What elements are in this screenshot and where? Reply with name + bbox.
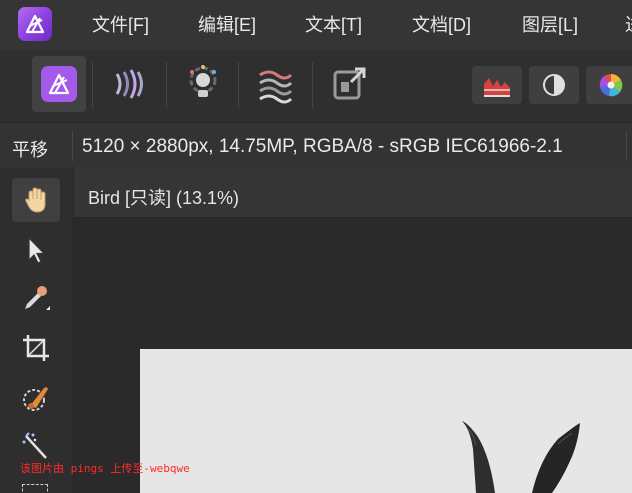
- context-separator: [626, 131, 627, 161]
- color-picker-tool-button[interactable]: [12, 276, 60, 320]
- photo-persona-button[interactable]: [32, 56, 86, 112]
- selection-brush-tool-button[interactable]: [12, 376, 60, 420]
- toolbar-separator: [166, 62, 167, 108]
- histogram-icon: [484, 78, 510, 97]
- current-tool-name: 平移: [12, 140, 48, 160]
- marquee-tool-partial[interactable]: [22, 484, 48, 493]
- liquify-persona-icon: [115, 69, 143, 99]
- toolbar-separator: [312, 62, 313, 108]
- crop-tool-icon: [23, 335, 49, 361]
- menu-bar: 文件[F] 编辑[E] 文本[T] 文档[D] 图层[L] 进: [0, 0, 632, 50]
- menu-overflow-item[interactable]: 进: [625, 14, 632, 36]
- tone-mapping-persona-icon: [259, 70, 293, 104]
- bird-image: [462, 421, 580, 493]
- hand-tool-icon: [25, 187, 46, 213]
- export-persona-button[interactable]: [322, 56, 376, 112]
- color-wheel-button[interactable]: [586, 66, 632, 104]
- color-wheel-icon: [599, 73, 623, 97]
- move-tool-button[interactable]: [12, 228, 60, 272]
- photo-persona-icon: [41, 66, 77, 102]
- toolbar-separator: [92, 62, 93, 108]
- tools-panel: [0, 168, 74, 493]
- document-tab[interactable]: Bird [只读] (13.1%): [74, 168, 632, 218]
- magic-wand-icon: [22, 432, 47, 459]
- menu-edit[interactable]: 编辑[E]: [198, 14, 256, 36]
- histogram-button[interactable]: [472, 66, 522, 104]
- document-info: 5120 × 2880px, 14.75MP, RGBA/8 - sRGB IE…: [82, 136, 563, 157]
- color-picker-icon: [25, 286, 50, 310]
- menu-text[interactable]: 文本[T]: [305, 14, 362, 36]
- document-tab-title: Bird [只读] (13.1%): [88, 188, 240, 208]
- menu-document[interactable]: 文档[D]: [412, 14, 471, 36]
- crop-tool-button[interactable]: [12, 326, 60, 370]
- adjustments-button[interactable]: [529, 66, 579, 104]
- adjustments-icon: [543, 74, 565, 96]
- affinity-photo-logo-icon[interactable]: [18, 7, 52, 41]
- move-tool-icon: [28, 236, 46, 264]
- develop-persona-button[interactable]: [176, 56, 230, 112]
- menu-file[interactable]: 文件[F]: [92, 14, 149, 36]
- hand-tool-button[interactable]: [12, 178, 60, 222]
- toolbar-separator: [238, 62, 239, 108]
- tone-mapping-persona-button[interactable]: [248, 56, 302, 112]
- context-toolbar: 平移 5120 × 2880px, 14.75MP, RGBA/8 - sRGB…: [0, 122, 632, 168]
- document-canvas[interactable]: [140, 349, 632, 493]
- develop-persona-icon: [189, 65, 217, 97]
- selection-brush-icon: [23, 387, 48, 411]
- context-separator: [72, 131, 73, 161]
- persona-toolbar: [0, 50, 632, 122]
- menu-layer[interactable]: 图层[L]: [522, 14, 578, 36]
- export-persona-icon: [333, 67, 366, 100]
- watermark-text: 该图片由 pings 上传至-webqwe: [20, 462, 190, 475]
- liquify-persona-button[interactable]: [104, 56, 158, 112]
